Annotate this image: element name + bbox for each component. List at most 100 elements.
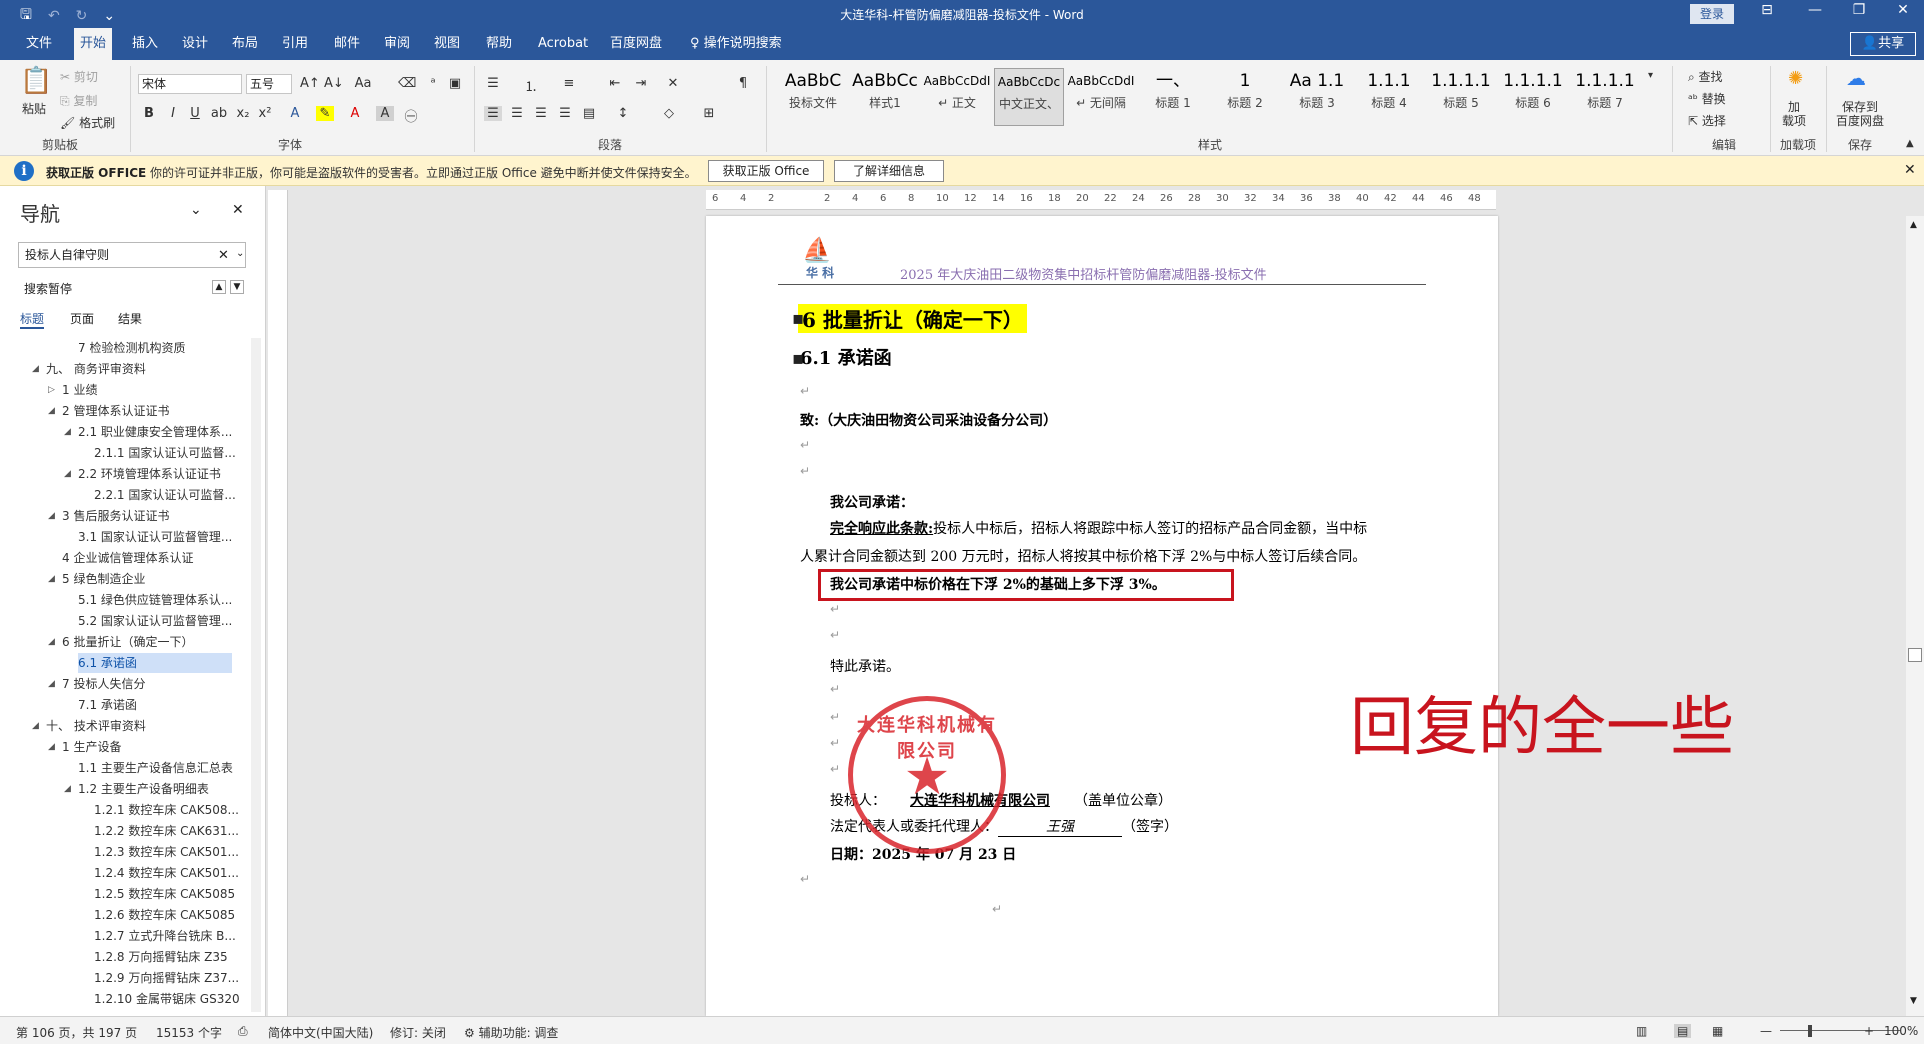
change-case-icon[interactable]: Aa bbox=[354, 76, 372, 91]
tab-references[interactable]: 引用 bbox=[276, 28, 314, 60]
replace-button[interactable]: ᵃᵇ 替换 bbox=[1688, 90, 1726, 107]
decrease-indent-icon[interactable]: ⇤ bbox=[606, 76, 624, 91]
nav-heading-item[interactable]: 5.1 绿色供应链管理体系认... bbox=[78, 590, 232, 610]
close-infobar-icon[interactable]: ✕ bbox=[1904, 162, 1916, 178]
zoom-in-icon[interactable]: + bbox=[1864, 1024, 1874, 1038]
show-marks-icon[interactable]: ¶ bbox=[734, 76, 752, 91]
tab-review[interactable]: 审阅 bbox=[378, 28, 416, 60]
web-layout-icon[interactable]: ▦ bbox=[1712, 1024, 1723, 1038]
paste-button[interactable]: 粘贴 bbox=[22, 100, 46, 117]
login-button[interactable]: 登录 bbox=[1690, 4, 1734, 24]
tab-file[interactable]: 文件 bbox=[20, 28, 58, 60]
minimize-icon[interactable]: — bbox=[1800, 2, 1830, 18]
borders-icon[interactable]: ⊞ bbox=[700, 106, 718, 121]
line-spacing-icon[interactable]: ↕ bbox=[614, 106, 632, 121]
chinese-layout-icon[interactable]: ✕ bbox=[664, 76, 682, 91]
nav-heading-item[interactable]: 4 企业诚信管理体系认证 bbox=[62, 548, 232, 568]
share-button[interactable]: 👤共享 bbox=[1850, 32, 1916, 56]
collapse-triangle-icon[interactable]: ◢ bbox=[64, 427, 71, 437]
addins-button[interactable]: 加 载项 bbox=[1782, 100, 1806, 128]
char-border-icon[interactable]: ▣ bbox=[446, 76, 464, 91]
shading-icon[interactable]: ◇ bbox=[660, 106, 678, 121]
nav-heading-item[interactable]: 1.2.1 数控车床 CAK508... bbox=[94, 800, 239, 820]
style-item[interactable]: 1.1.1.1 标题 5 bbox=[1426, 68, 1496, 126]
nav-heading-item[interactable]: 3.1 国家认证认可监督管理... bbox=[78, 527, 232, 547]
style-item[interactable]: AaBbCc 样式1 bbox=[850, 68, 920, 126]
justify-icon[interactable]: ☰ bbox=[556, 106, 574, 121]
nav-heading-item[interactable]: 2.2.1 国家认证认可监督... bbox=[94, 485, 236, 505]
subscript-icon[interactable]: x₂ bbox=[234, 106, 252, 121]
nav-scrollbar[interactable] bbox=[251, 338, 261, 1012]
style-item[interactable]: Aa 1.1 标题 3 bbox=[1282, 68, 1352, 126]
track-changes-status[interactable]: 修订: 关闭 bbox=[390, 1024, 446, 1041]
tab-home[interactable]: 开始 bbox=[74, 28, 113, 60]
collapse-triangle-icon[interactable]: ◢ bbox=[32, 721, 39, 731]
align-center-icon[interactable]: ☰ bbox=[508, 106, 526, 121]
collapse-triangle-icon[interactable]: ◢ bbox=[48, 637, 55, 647]
nav-heading-item[interactable]: 3 售后服务认证证书 bbox=[62, 506, 232, 526]
tab-help[interactable]: 帮助 bbox=[480, 28, 518, 60]
bold-icon[interactable]: B bbox=[140, 106, 158, 121]
nav-heading-item[interactable]: 1.2.5 数控车床 CAK5085 bbox=[94, 884, 235, 904]
tab-baidu[interactable]: 百度网盘 bbox=[604, 28, 668, 60]
read-mode-icon[interactable]: ▥ bbox=[1636, 1024, 1647, 1038]
proofing-icon[interactable]: ⎙ bbox=[238, 1024, 248, 1039]
font-color-icon[interactable]: A bbox=[346, 106, 364, 121]
nav-heading-item[interactable]: 1.2 主要生产设备明细表 bbox=[78, 779, 232, 799]
tab-pages[interactable]: 页面 bbox=[70, 310, 94, 327]
tab-design[interactable]: 设计 bbox=[176, 28, 214, 60]
styles-more-icon[interactable]: ▾ bbox=[1648, 70, 1653, 81]
tab-results[interactable]: 结果 bbox=[118, 310, 142, 327]
zoom-slider[interactable] bbox=[1780, 1030, 1900, 1031]
nav-heading-item[interactable]: 1.1 主要生产设备信息汇总表 bbox=[78, 758, 233, 778]
clear-format-icon[interactable]: ⌫ bbox=[398, 76, 416, 91]
document-scrollbar[interactable]: ▲ ▼ bbox=[1906, 216, 1924, 1016]
nav-heading-item[interactable]: 7 检验检测机构资质 bbox=[78, 338, 232, 358]
nav-heading-item[interactable]: 5.2 国家认证认可监督管理... bbox=[78, 611, 232, 631]
font-size-select[interactable]: 五号 bbox=[246, 74, 292, 94]
collapse-triangle-icon[interactable]: ◢ bbox=[48, 742, 55, 752]
save-to-baidu-button[interactable]: 保存到 百度网盘 bbox=[1836, 100, 1884, 128]
align-right-icon[interactable]: ☰ bbox=[532, 106, 550, 121]
collapse-triangle-icon[interactable]: ◢ bbox=[64, 784, 71, 794]
enclose-char-icon[interactable]: ㊀ bbox=[402, 106, 420, 125]
select-button[interactable]: ⇱ 选择 bbox=[1688, 112, 1726, 129]
nav-heading-item[interactable]: 1.2.7 立式升降台铣床 B... bbox=[94, 926, 236, 946]
style-item[interactable]: AaBbC 投标文件 bbox=[778, 68, 848, 126]
shrink-font-icon[interactable]: A↓ bbox=[324, 76, 344, 91]
page-count[interactable]: 第 106 页，共 197 页 bbox=[16, 1024, 137, 1041]
tab-view[interactable]: 视图 bbox=[428, 28, 466, 60]
tab-acrobat[interactable]: Acrobat bbox=[532, 28, 594, 60]
nav-heading-item[interactable]: 1 生产设备 bbox=[62, 737, 232, 757]
document-page[interactable]: ⛵ 华 科 2025 年大庆油田二级物资集中招标杆管防偏磨减阻器-投标文件 6 … bbox=[706, 216, 1498, 1016]
tab-headings[interactable]: 标题 bbox=[20, 310, 45, 329]
strikethrough-icon[interactable]: ab bbox=[210, 106, 228, 121]
superscript-icon[interactable]: x² bbox=[256, 106, 274, 121]
nav-search-input[interactable]: 投标人自律守则 bbox=[18, 242, 246, 268]
language-status[interactable]: 简体中文(中国大陆) bbox=[268, 1024, 373, 1041]
search-options-icon[interactable]: ⌄ bbox=[236, 248, 244, 259]
italic-icon[interactable]: I bbox=[164, 106, 182, 121]
nav-heading-item[interactable]: 2.2 环境管理体系认证证书 bbox=[78, 464, 232, 484]
nav-heading-item[interactable]: 九、 商务评审资料 bbox=[46, 359, 232, 379]
tab-layout[interactable]: 布局 bbox=[226, 28, 264, 60]
paste-icon[interactable]: 📋 bbox=[20, 66, 52, 96]
grow-font-icon[interactable]: A↑ bbox=[300, 76, 320, 91]
close-icon[interactable]: ✕ bbox=[1888, 2, 1918, 18]
font-name-select[interactable]: 宋体 bbox=[138, 74, 242, 94]
underline-icon[interactable]: U bbox=[186, 106, 204, 121]
collapse-triangle-icon[interactable]: ◢ bbox=[32, 364, 39, 374]
nav-heading-item[interactable]: 2 管理体系认证证书 bbox=[62, 401, 232, 421]
nav-heading-item[interactable]: 1.2.2 数控车床 CAK631... bbox=[94, 821, 239, 841]
format-painter-button[interactable]: 🖌 格式刷 bbox=[60, 114, 115, 131]
learn-more-button[interactable]: 了解详细信息 bbox=[834, 160, 944, 182]
scroll-down-icon[interactable]: ▼ bbox=[1910, 996, 1917, 1006]
text-effects-icon[interactable]: A bbox=[286, 106, 304, 121]
char-shading-icon[interactable]: A bbox=[376, 106, 394, 121]
clear-search-icon[interactable]: ✕ bbox=[218, 248, 229, 263]
highlight-icon[interactable]: ✎ bbox=[316, 106, 334, 121]
style-item[interactable]: AaBbCcDc 中文正文、 bbox=[994, 68, 1064, 126]
bullets-icon[interactable]: ☰ bbox=[484, 76, 502, 91]
style-item[interactable]: AaBbCcDdI ↵ 正文 bbox=[922, 68, 992, 126]
nav-heading-item[interactable]: 7 投标人失信分 bbox=[62, 674, 232, 694]
